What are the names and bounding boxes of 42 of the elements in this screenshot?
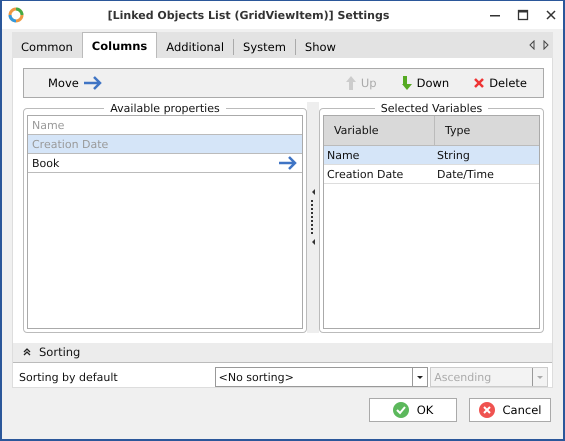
arrow-right-icon[interactable] [278,156,298,170]
section-title: Sorting [39,345,80,360]
dropdown-arrow-icon [536,374,544,380]
table-cell-text: Creation Date [326,168,404,180]
scroll-right-icon[interactable] [542,40,550,50]
table-cell-text: String [436,148,470,162]
table-cell-text: Name [326,148,360,162]
arrow-right-icon [82,76,103,90]
table-row[interactable]: Name String [324,146,539,165]
collapse-icon[interactable] [310,188,316,196]
list-item[interactable]: Book [28,154,302,173]
arrow-up-icon [344,75,357,91]
tab[interactable]: System [234,36,295,58]
sorting-header[interactable]: Sorting [13,342,552,363]
group-title: Available properties [109,102,221,115]
table-row[interactable]: Creation Date Date/Time [324,165,539,184]
column-header[interactable]: Type [435,116,470,145]
cancel-button[interactable]: Cancel [469,398,551,422]
field-label: Sorting by default [19,370,119,384]
tab[interactable]: Additional [157,36,234,58]
maximize-icon[interactable] [517,9,529,21]
tab[interactable]: Show [296,36,345,58]
toolbar-button[interactable]: Move [42,74,109,92]
sorting-dropdown[interactable]: <No sorting> [214,367,428,387]
toolbar-button[interactable]: Delete [467,73,533,93]
close-icon[interactable] [545,9,557,21]
arrow-down-icon [400,75,413,91]
ok-button[interactable]: OK [369,398,457,422]
app-logo-icon [8,7,24,23]
tab[interactable]: Columns [82,32,158,58]
collapse-icon[interactable] [23,348,31,356]
toolbar-button[interactable]: Down [394,73,456,93]
group-title: Selected Variables [380,102,484,115]
window-title: [Linked Objects List (GridViewItem)] Settings [106,8,390,22]
collapse-icon[interactable] [310,238,316,246]
scroll-left-icon[interactable] [528,40,536,50]
check-icon [392,402,409,418]
tab[interactable]: Common [12,36,82,58]
cancel-icon [478,402,495,418]
dropdown-arrow-icon [416,374,424,380]
table-cell-text: Date/Time [436,168,494,180]
column-header[interactable]: Variable [324,116,435,145]
